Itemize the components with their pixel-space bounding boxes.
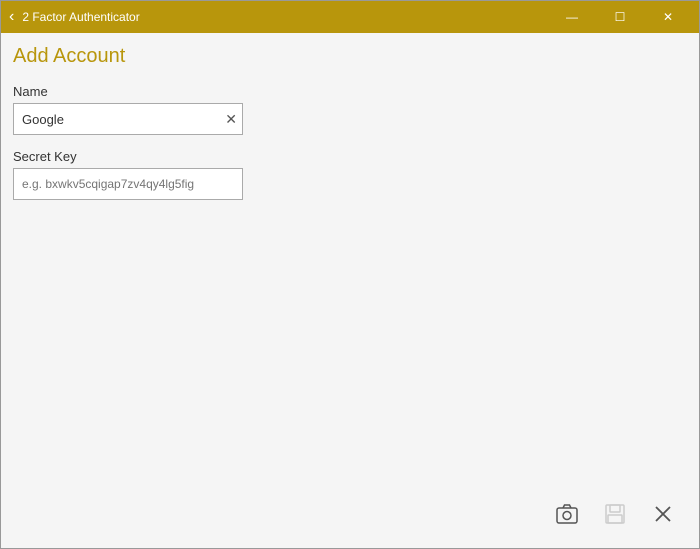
titlebar-title: 2 Factor Authenticator <box>22 10 549 24</box>
secret-label: Secret Key <box>13 149 687 164</box>
cancel-icon <box>652 503 674 525</box>
name-input[interactable] <box>13 103 243 135</box>
app-window: ‹ 2 Factor Authenticator — ☐ ✕ Add Accou… <box>0 0 700 549</box>
page-title: Add Account <box>13 45 687 68</box>
minimize-button[interactable]: — <box>549 1 595 33</box>
camera-button[interactable] <box>547 494 587 534</box>
secret-input[interactable] <box>13 168 243 200</box>
camera-icon <box>556 503 578 525</box>
name-input-wrapper: ✕ <box>13 103 243 135</box>
main-content: Add Account Name ✕ Secret Key <box>1 33 699 548</box>
name-label: Name <box>13 84 687 99</box>
cancel-button[interactable] <box>643 494 683 534</box>
save-icon <box>604 503 626 525</box>
close-button[interactable]: ✕ <box>645 1 691 33</box>
bottom-toolbar <box>13 488 687 540</box>
name-clear-button[interactable]: ✕ <box>225 112 237 126</box>
titlebar-controls: — ☐ ✕ <box>549 1 691 33</box>
save-button[interactable] <box>595 494 635 534</box>
titlebar: ‹ 2 Factor Authenticator — ☐ ✕ <box>1 1 699 33</box>
back-button[interactable]: ‹ <box>9 8 14 26</box>
maximize-button[interactable]: ☐ <box>597 1 643 33</box>
